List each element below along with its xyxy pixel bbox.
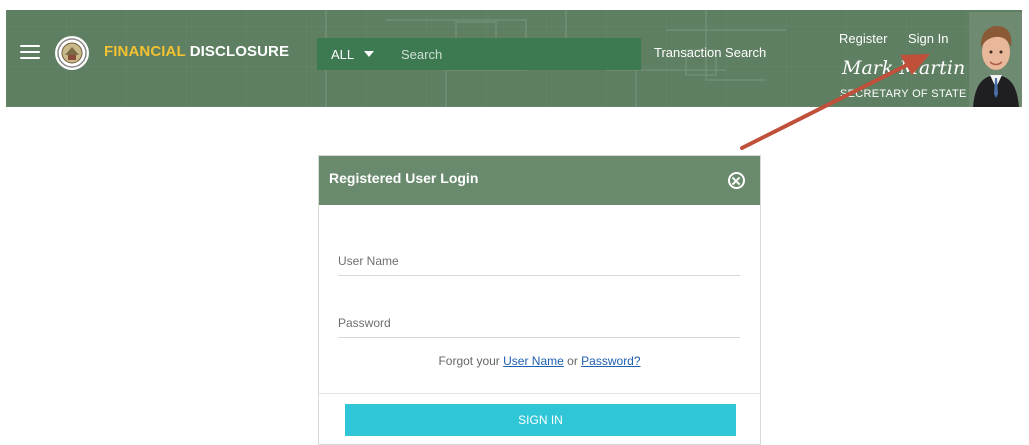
- search-input[interactable]: [399, 38, 641, 70]
- chevron-down-icon: [364, 51, 375, 57]
- brand-rest: DISCLOSURE: [185, 43, 290, 60]
- forgot-credentials: Forgot your User Name or Password?: [319, 354, 760, 368]
- sign-in-button[interactable]: SIGN IN: [345, 404, 736, 436]
- search-scope-dropdown[interactable]: ALL: [317, 38, 399, 70]
- register-link[interactable]: Register: [839, 31, 887, 46]
- site-brand[interactable]: FINANCIAL DISCLOSURE: [104, 43, 289, 60]
- official-title: SECRETARY OF STATE: [840, 88, 967, 100]
- modal-header: Registered User Login: [319, 156, 760, 205]
- username-input[interactable]: [338, 246, 740, 276]
- site-header: FINANCIAL DISCLOSURE ALL Transaction Sea…: [6, 10, 1022, 107]
- forgot-or: or: [563, 354, 582, 368]
- modal-title: Registered User Login: [329, 169, 479, 186]
- forgot-password-link[interactable]: Password?: [581, 354, 640, 368]
- close-circle-icon[interactable]: [728, 172, 745, 189]
- state-seal-icon[interactable]: [54, 35, 90, 71]
- brand-highlight: FINANCIAL: [104, 43, 186, 60]
- search-scope-label: ALL: [331, 46, 355, 62]
- password-input[interactable]: [338, 308, 740, 338]
- portrait-photo: [969, 12, 1022, 107]
- hamburger-menu-icon[interactable]: [20, 45, 40, 61]
- sign-in-link[interactable]: Sign In: [908, 31, 948, 46]
- search-bar: ALL: [317, 38, 641, 70]
- official-signature: Mark Martin: [842, 57, 966, 79]
- transaction-search-link[interactable]: Transaction Search: [654, 45, 766, 60]
- login-modal: Registered User Login Forgot your User N…: [318, 155, 761, 445]
- forgot-username-link[interactable]: User Name: [503, 354, 564, 368]
- modal-divider: [319, 393, 760, 394]
- forgot-prefix: Forgot your: [438, 354, 504, 368]
